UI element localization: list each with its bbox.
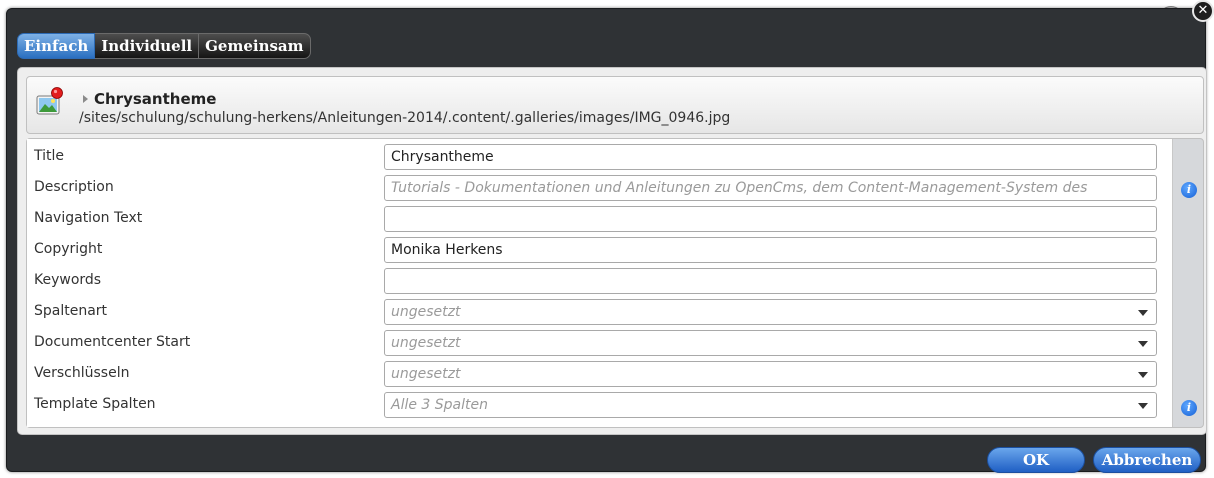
spaltenart-select[interactable]: ungesetzt: [384, 299, 1157, 325]
template-spalten-select[interactable]: Alle 3 Spalten: [384, 392, 1157, 418]
navigation-text-input[interactable]: [384, 206, 1157, 232]
property-row-verschluesseln: Verschlüsseln ungesetzt: [27, 358, 1173, 389]
template-spalten-info-icon[interactable]: i: [1181, 400, 1197, 416]
property-row-copyright: Copyright Monika Herkens: [27, 234, 1173, 265]
property-label: Documentcenter Start: [34, 334, 191, 350]
close-icon[interactable]: ✕: [1192, 0, 1214, 22]
cancel-button[interactable]: Abbrechen: [1093, 447, 1201, 473]
property-row-keywords: Keywords: [27, 265, 1173, 296]
tab-individuell[interactable]: Individuell: [95, 33, 200, 59]
ok-button[interactable]: OK: [987, 447, 1085, 473]
property-label: Navigation Text: [34, 210, 143, 226]
tab-einfach[interactable]: Einfach: [17, 33, 96, 59]
verschluesseln-select[interactable]: ungesetzt: [384, 361, 1157, 387]
documentcenter-start-select[interactable]: ungesetzt: [384, 330, 1157, 356]
description-info-icon[interactable]: i: [1181, 182, 1197, 198]
property-row-documentcenter-start: Documentcenter Start ungesetzt: [27, 327, 1173, 358]
dropdown-caret-icon: [1138, 310, 1148, 316]
select-value: Alle 3 Spalten: [391, 397, 488, 413]
property-label: Title: [34, 148, 65, 164]
dropdown-caret-icon: [1138, 403, 1148, 409]
property-label: Copyright: [34, 241, 103, 257]
tab-gemeinsam[interactable]: Gemeinsam: [199, 33, 311, 59]
property-row-title: Title Chrysantheme: [27, 141, 1173, 172]
property-row-description: Description Tutorials - Dokumentationen …: [27, 172, 1173, 203]
dropdown-caret-icon: [1138, 341, 1148, 347]
tab-content-panel: Chrysantheme /sites/schulung/schulung-he…: [17, 67, 1207, 435]
property-row-spaltenart: Spaltenart ungesetzt: [27, 296, 1173, 327]
expand-arrow-icon[interactable]: [83, 95, 88, 103]
resource-properties-dialog: Einfach Individuell Gemeinsam Chrysanthe…: [6, 8, 1207, 473]
property-label: Keywords: [34, 272, 102, 288]
resource-title-row: Chrysantheme: [83, 90, 216, 108]
select-value: ungesetzt: [391, 335, 461, 351]
property-label: Spaltenart: [34, 303, 108, 319]
image-file-icon: [35, 87, 69, 121]
property-row-template-spalten: Template Spalten Alle 3 Spalten: [27, 389, 1173, 420]
properties-table: Title Chrysantheme Description Tutorials…: [27, 139, 1173, 427]
resource-header: Chrysantheme /sites/schulung/schulung-he…: [26, 76, 1204, 134]
dropdown-caret-icon: [1138, 372, 1148, 378]
title-input[interactable]: Chrysantheme: [384, 144, 1157, 170]
select-value: ungesetzt: [391, 366, 461, 382]
copyright-input[interactable]: Monika Herkens: [384, 237, 1157, 263]
resource-path: /sites/schulung/schulung-herkens/Anleitu…: [79, 110, 731, 126]
property-label: Description: [34, 179, 114, 195]
tab-bar: Einfach Individuell Gemeinsam: [17, 33, 311, 59]
select-value: ungesetzt: [391, 304, 461, 320]
keywords-input[interactable]: [384, 268, 1157, 294]
property-label: Template Spalten: [34, 396, 156, 412]
properties-form: Title Chrysantheme Description Tutorials…: [26, 138, 1204, 428]
property-row-navigation-text: Navigation Text: [27, 203, 1173, 234]
description-input[interactable]: Tutorials - Dokumentationen und Anleitun…: [384, 175, 1157, 201]
property-label: Verschlüsseln: [34, 365, 130, 381]
resource-title: Chrysantheme: [94, 90, 217, 108]
